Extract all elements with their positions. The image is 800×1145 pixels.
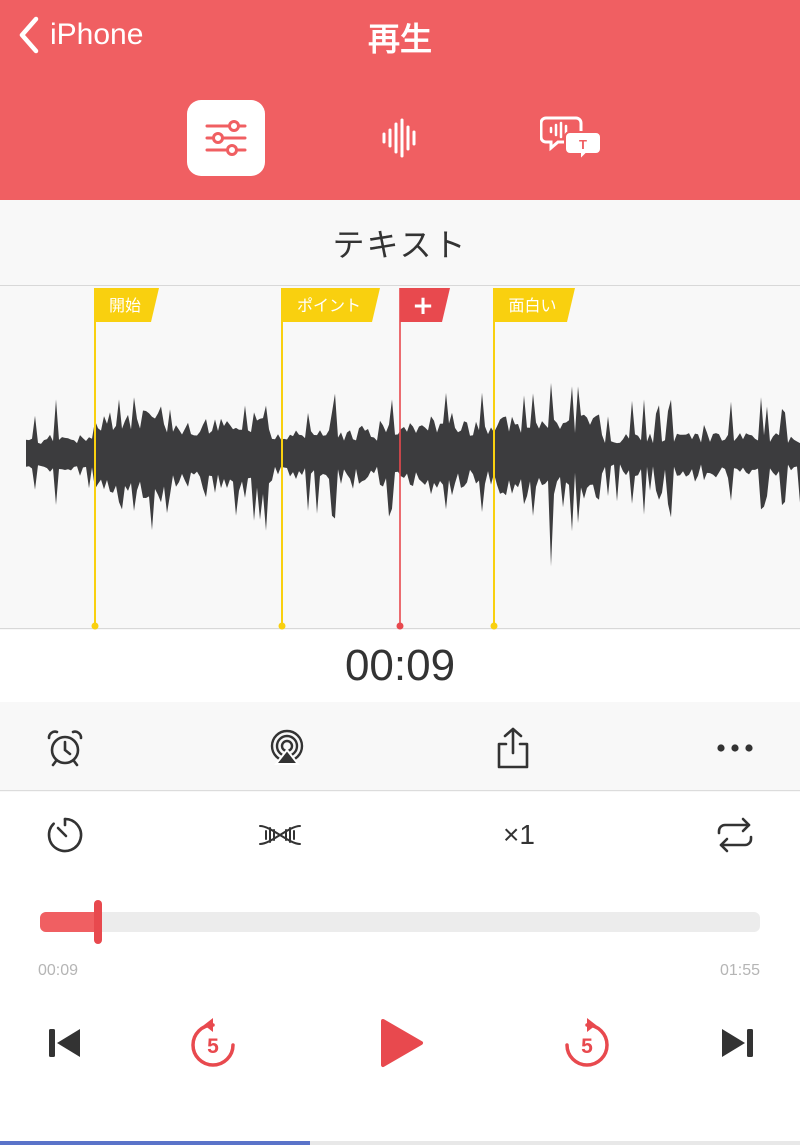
play-button[interactable] (366, 1008, 436, 1078)
next-button[interactable] (702, 1008, 772, 1078)
marker-label: ポイント (297, 296, 361, 315)
home-indicator-bar (0, 1141, 800, 1145)
mode-speech-to-text-button[interactable]: T (532, 100, 610, 176)
repeat-icon (717, 817, 753, 853)
marker-label: 開始 (109, 296, 141, 315)
waveform-icon (382, 118, 416, 158)
airplay-icon (270, 729, 304, 765)
skip-previous-icon (49, 1029, 80, 1057)
forward-seconds-label: 5 (581, 1035, 593, 1058)
repeat-button[interactable] (700, 792, 770, 878)
marker-dot (91, 622, 99, 630)
progress-area: 00:09 01:55 (0, 878, 800, 988)
header: iPhone 再生 T (0, 0, 800, 200)
rewind-5-button[interactable]: 5 (178, 1008, 248, 1078)
svg-text:T: T (579, 137, 587, 152)
waveform-shape (26, 382, 800, 567)
more-button[interactable] (700, 705, 770, 791)
speech-to-text-icon: T (540, 116, 602, 162)
forward-5-icon: 5 (565, 1018, 609, 1067)
marker-dot (396, 622, 404, 630)
section-title: テキスト (0, 200, 800, 285)
waveform-canvas[interactable]: 開始 ポイント + 面白い (0, 286, 800, 630)
current-time-display: 00:09 (0, 630, 800, 702)
airplay-button[interactable] (252, 705, 322, 791)
noise-reduction-icon (259, 825, 301, 845)
rewind-5-icon: 5 (191, 1018, 235, 1067)
rewind-seconds-label: 5 (207, 1035, 219, 1058)
page-title: 再生 (367, 20, 432, 58)
toolbar-playback-options: ×1 (0, 792, 800, 878)
play-icon (381, 1019, 423, 1067)
previous-button[interactable] (30, 1008, 100, 1078)
alarm-clock-icon (47, 730, 83, 767)
sliders-icon (205, 120, 247, 156)
marker-dot (490, 622, 498, 630)
noise-reduction-button[interactable] (242, 792, 318, 878)
total-time: 01:55 (719, 962, 760, 979)
mode-waveform-button[interactable] (361, 100, 439, 176)
progress-track[interactable] (40, 900, 760, 944)
speed-button[interactable]: ×1 (484, 792, 554, 878)
marker-label: 面白い (508, 296, 556, 315)
elapsed-time: 00:09 (38, 962, 79, 979)
speed-label: ×1 (503, 819, 535, 850)
forward-5-button[interactable]: 5 (552, 1008, 622, 1078)
timer-icon (47, 817, 83, 853)
add-marker-label: + (412, 291, 434, 321)
sleep-timer-button[interactable] (30, 792, 100, 878)
toolbar-actions (0, 705, 800, 791)
progress-handle[interactable] (93, 900, 102, 944)
progress-fill (40, 912, 98, 932)
home-indicator-fill (0, 1141, 310, 1145)
transport-controls: 5 5 (0, 988, 800, 1145)
mode-edit-button[interactable] (187, 100, 265, 176)
waveform-area[interactable]: 開始 ポイント + 面白い (0, 285, 800, 630)
alarm-button[interactable] (30, 705, 100, 791)
skip-next-icon (722, 1029, 753, 1057)
more-icon (717, 744, 753, 752)
marker-dot (278, 622, 286, 630)
share-button[interactable] (478, 705, 548, 791)
share-icon (497, 727, 529, 769)
